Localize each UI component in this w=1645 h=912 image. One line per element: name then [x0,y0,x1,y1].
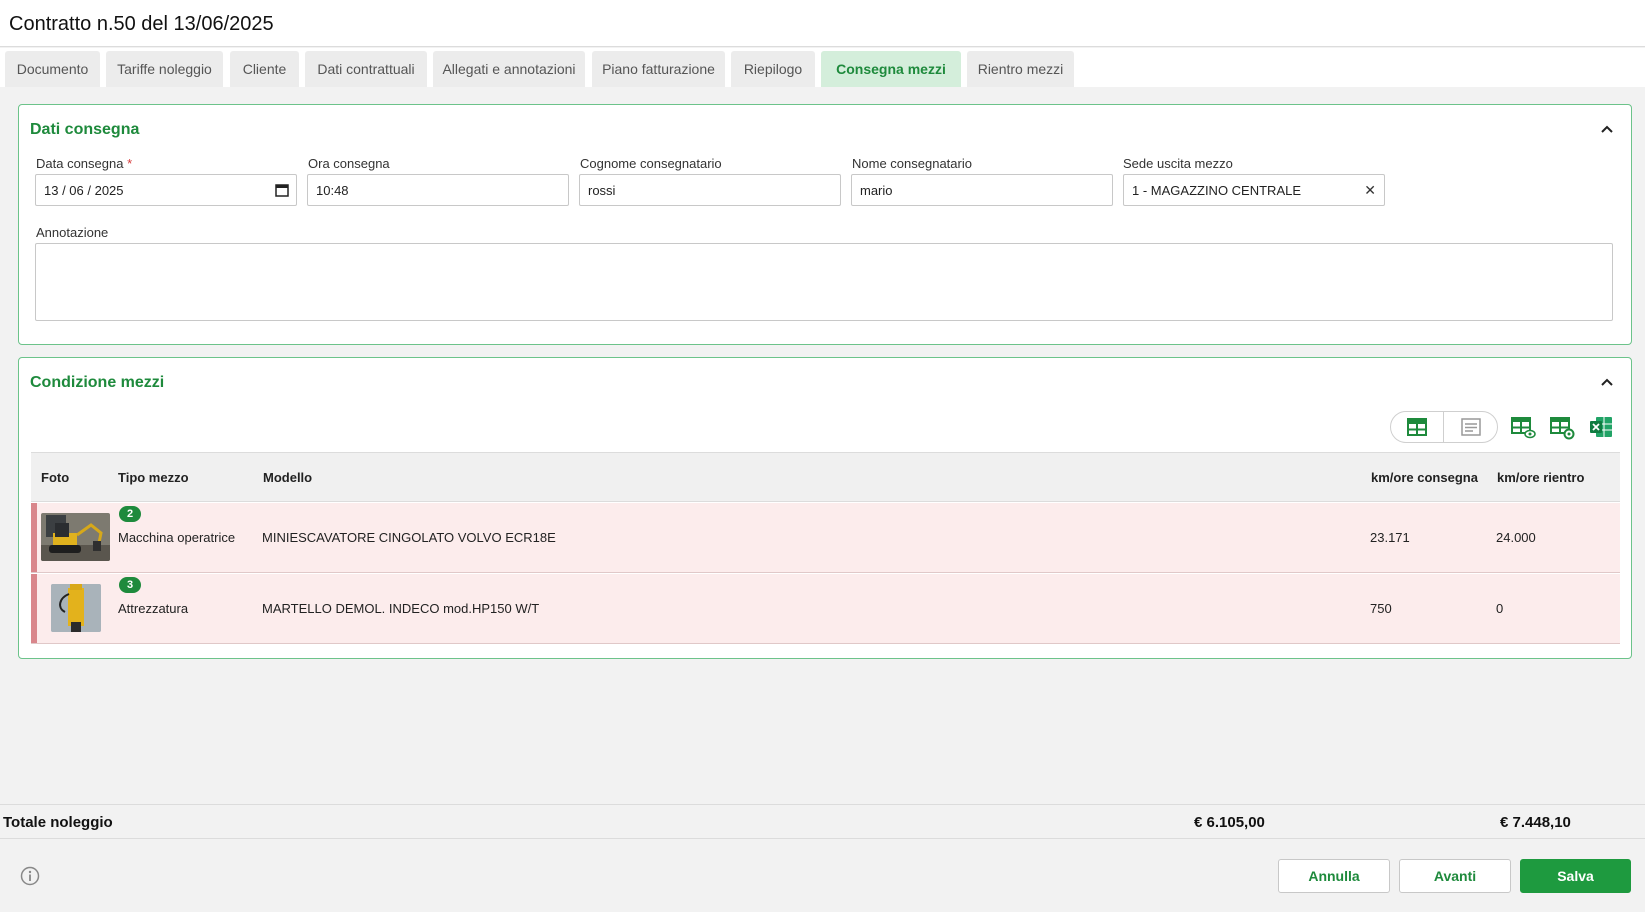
info-icon[interactable] [20,866,40,886]
cell-km-out: 23.171 [1370,530,1410,545]
next-button[interactable]: Avanti [1399,859,1511,893]
cell-model: MINIESCAVATORE CINGOLATO VOLVO ECR18E [262,530,556,545]
excel-export-icon[interactable] [1588,414,1614,440]
tab-allegati-annotazioni[interactable]: Allegati e annotazioni [433,51,585,87]
table-view-button[interactable] [1391,412,1445,442]
note-label: Annotazione [36,225,109,240]
cancel-button[interactable]: Annulla [1278,859,1390,893]
tab-documento[interactable]: Documento [5,51,100,87]
table-row[interactable]: 3 Attrezzatura MARTELLO DEMOL. INDECO mo… [31,574,1620,644]
table-settings-icon[interactable] [1549,414,1575,440]
cell-model: MARTELLO DEMOL. INDECO mod.HP150 W/T [262,601,540,616]
totals-label: Totale noleggio [3,814,113,831]
cell-km-out: 750 [1370,601,1392,616]
tab-bar: Documento Tariffe noleggio Cliente Dati … [0,48,1645,87]
photo-count-badge: 2 [119,506,141,522]
name-input[interactable]: mario [851,174,1113,206]
save-button[interactable]: Salva [1520,859,1631,893]
tab-consegna-mezzi[interactable]: Consegna mezzi [821,51,961,87]
total-value-1: € 6.105,00 [1194,814,1265,831]
col-km-out: km/ore consegna [1371,470,1478,485]
cell-type: Attrezzatura [118,601,189,616]
tab-tariffe-noleggio[interactable]: Tariffe noleggio [106,51,223,87]
site-select[interactable]: 1 - MAGAZZINO CENTRALE ✕ [1123,174,1385,206]
table-row[interactable]: 2 Macchina operatrice MINIESCAVATORE CIN… [31,503,1620,573]
photo-count-badge: 3 [119,577,141,593]
conditions-panel-title: Condizione mezzi [30,374,165,391]
col-km-in: km/ore rientro [1497,470,1585,485]
tab-cliente[interactable]: Cliente [230,51,299,87]
surname-label: Cognome consegnatario [580,156,722,171]
tab-piano-fatturazione[interactable]: Piano fatturazione [592,51,725,87]
total-value-2: € 7.448,10 [1500,814,1571,831]
cell-km-in: 0 [1496,601,1504,616]
vehicle-photo[interactable] [51,584,101,632]
list-view-icon [1460,418,1481,436]
tab-rientro-mezzi[interactable]: Rientro mezzi [967,51,1074,87]
surname-input[interactable]: rossi [579,174,841,206]
tab-riepilogo[interactable]: Riepilogo [731,51,815,87]
name-label: Nome consegnatario [852,156,972,171]
col-model: Modello [263,470,313,485]
delivery-date-input[interactable]: 13 / 06 / 2025 [35,174,297,206]
cell-type: Macchina operatrice [118,530,236,545]
title-bar: Contratto n.50 del 13/06/2025 [0,0,1645,47]
date-label: Data consegna * [36,156,133,171]
time-label: Ora consegna [308,156,390,171]
view-toggle [1390,411,1498,443]
delivery-panel-title: Dati consegna [30,121,140,138]
col-photo: Foto [41,470,70,485]
delivery-time-input[interactable]: 10:48 [307,174,569,206]
table-view-icon [1407,418,1427,436]
tab-dati-contrattuali[interactable]: Dati contrattuali [305,51,427,87]
row-status-stripe [31,503,37,572]
chevron-up-icon[interactable] [1599,375,1615,391]
table-visibility-icon[interactable] [1510,414,1536,440]
table-header: Foto Tipo mezzo Modello km/ore consegna … [31,452,1620,502]
cell-km-in: 24.000 [1496,530,1536,545]
calendar-icon[interactable] [274,182,290,198]
col-type: Tipo mezzo [118,470,189,485]
vehicle-photo[interactable] [41,513,110,561]
row-status-stripe [31,574,37,643]
page-title: Contratto n.50 del 13/06/2025 [9,13,274,35]
totals-bar: Totale noleggio € 6.105,00 € 7.448,10 [0,804,1645,839]
note-textarea[interactable] [35,243,1613,321]
site-label: Sede uscita mezzo [1123,156,1233,171]
clear-icon[interactable]: ✕ [1364,182,1376,199]
list-view-button[interactable] [1444,412,1497,442]
chevron-up-icon[interactable] [1599,122,1615,138]
